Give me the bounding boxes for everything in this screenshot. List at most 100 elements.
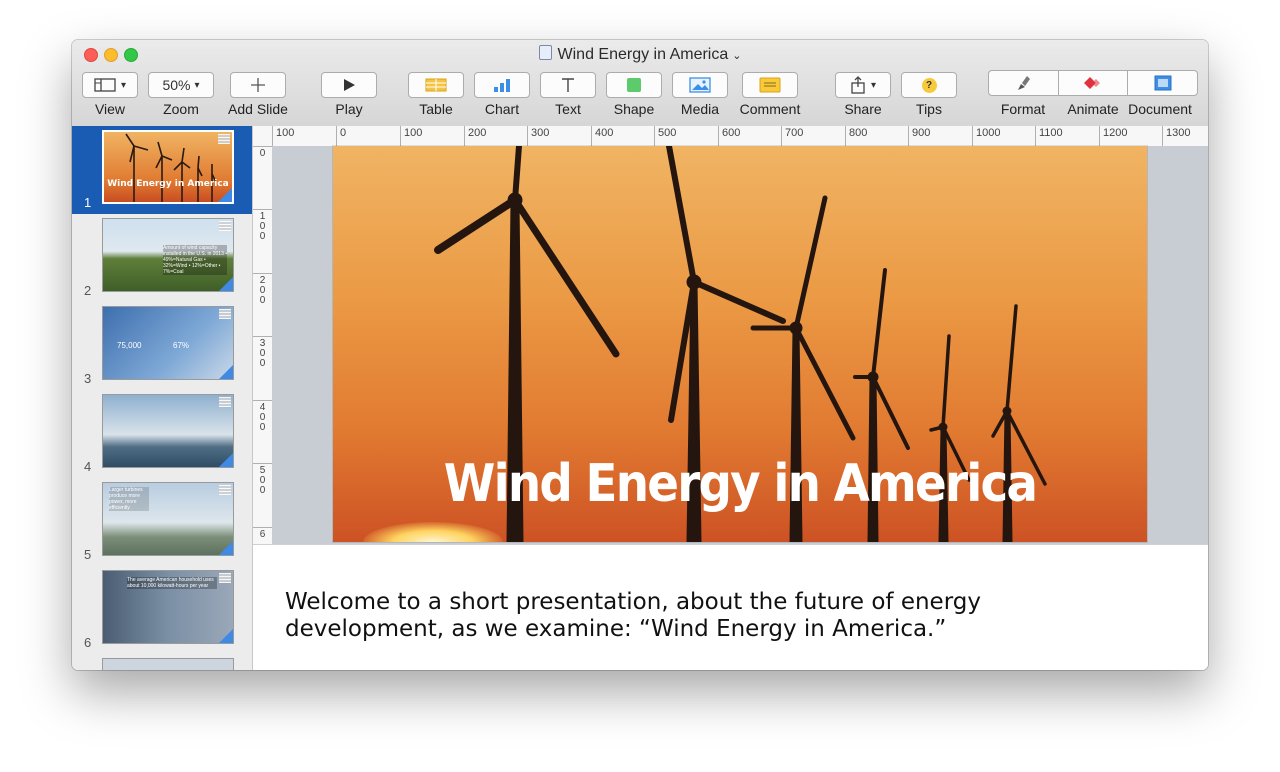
share-icon — [851, 76, 865, 94]
ruler-tick: 1100 — [1035, 126, 1099, 146]
play-button[interactable] — [321, 72, 377, 98]
chart-button[interactable] — [474, 72, 530, 98]
corner-triangle-icon — [219, 629, 233, 643]
slide-thumbnail-1[interactable]: Wind Energy in America 1 — [72, 126, 252, 214]
ruler-tick: 400 — [591, 126, 654, 146]
ruler-tick: 800 — [845, 126, 908, 146]
inspector-segmented-control — [988, 70, 1198, 96]
slide-canvas[interactable]: Wind Energy in America — [272, 146, 1208, 544]
shape-button[interactable] — [606, 72, 662, 98]
bar-chart-icon — [494, 79, 510, 92]
square-icon — [627, 78, 641, 92]
notes-indicator-icon — [218, 134, 230, 144]
animate-button[interactable] — [1059, 71, 1129, 95]
vertical-ruler[interactable]: 0 1 0 0 2 0 0 3 0 0 4 0 0 5 0 0 6 — [253, 146, 273, 544]
presenter-notes-pane[interactable]: Welcome to a short presentation, about t… — [253, 544, 1208, 670]
ruler-tick: 700 — [781, 126, 845, 146]
view-button[interactable]: ▾ — [82, 72, 138, 98]
ruler-tick: 1200 — [1099, 126, 1162, 146]
thumbnail-image: Amount of wind capacity installed in the… — [102, 218, 234, 292]
window-title-text: Wind Energy in America — [557, 46, 729, 63]
ruler-tick: 2 0 0 — [253, 273, 272, 306]
format-label: Format — [1000, 101, 1046, 117]
slide-thumbnail-7-partial[interactable] — [72, 654, 252, 670]
ruler-tick: 0 — [336, 126, 400, 146]
slide-number: 6 — [84, 635, 92, 650]
table-label: Table — [419, 101, 453, 117]
text-button[interactable] — [540, 72, 596, 98]
corner-triangle-icon — [219, 541, 233, 555]
slide-number: 3 — [84, 371, 92, 386]
notes-indicator-icon — [219, 221, 231, 231]
slide-navigator[interactable]: Wind Energy in America 1 Amount of wind … — [72, 126, 253, 670]
ruler-tick: 500 — [654, 126, 718, 146]
slide-thumbnail-5[interactable]: Larger turbines produce more power, more… — [72, 478, 252, 566]
ruler-tick: 0 — [253, 146, 272, 159]
photo-icon — [689, 77, 711, 93]
table-button[interactable] — [408, 72, 464, 98]
thumbnail-text: The average American household uses abou… — [127, 577, 217, 589]
thumbnail-caption: Wind Energy in America — [107, 179, 229, 189]
slide-title[interactable]: Wind Energy in America — [374, 454, 1107, 514]
share-button[interactable]: ▾ — [835, 72, 891, 98]
document-label: Document — [1128, 101, 1192, 117]
comment-icon — [759, 77, 781, 93]
zoom-label: Zoom — [163, 101, 199, 117]
slide-thumbnail-3[interactable]: 75,000 67% 3 — [72, 302, 252, 390]
corner-triangle-icon — [219, 365, 233, 379]
add-slide-label: Add Slide — [228, 101, 288, 117]
text-t-icon — [562, 78, 574, 92]
slide-number: 2 — [84, 283, 92, 298]
shape-label: Shape — [613, 101, 655, 117]
document-button[interactable] — [1128, 71, 1197, 95]
notes-indicator-icon — [219, 397, 231, 407]
thumbnail-image — [102, 394, 234, 468]
ruler-tick: 3 0 0 — [253, 336, 272, 369]
tips-button[interactable]: ? — [901, 72, 957, 98]
wind-turbine-silhouettes — [125, 133, 217, 202]
thumbnail-stat-1: 75,000 — [117, 341, 142, 350]
media-button[interactable] — [672, 72, 728, 98]
ruler-tick: 1300 — [1162, 126, 1208, 146]
media-label: Media — [680, 101, 720, 117]
ruler-tick: 600 — [718, 126, 781, 146]
ruler-tick: 100 — [272, 126, 336, 146]
ruler-tick: 200 — [464, 126, 527, 146]
plus-icon — [251, 78, 265, 92]
thumbnail-image: 75,000 67% — [102, 306, 234, 380]
corner-triangle-icon — [219, 277, 233, 291]
thumbnail-text: Larger turbines produce more power, more… — [109, 487, 149, 511]
current-slide[interactable]: Wind Energy in America — [333, 146, 1147, 542]
zoom-select[interactable]: 50% ▾ — [148, 72, 214, 98]
horizontal-ruler[interactable]: 100 0 100 200 300 400 500 600 700 800 90… — [253, 126, 1208, 147]
ruler-tick: 100 — [400, 126, 464, 146]
chevron-down-icon: ▾ — [194, 79, 200, 91]
play-icon — [344, 79, 355, 91]
corner-triangle-icon — [219, 453, 233, 467]
add-slide-button[interactable] — [230, 72, 286, 98]
notes-indicator-icon — [219, 573, 231, 583]
format-button[interactable] — [989, 71, 1059, 95]
tips-label: Tips — [916, 101, 942, 117]
document-icon — [1154, 75, 1172, 91]
notes-indicator-icon — [219, 309, 231, 319]
ruler-tick: 900 — [908, 126, 972, 146]
zoom-value: 50% — [162, 77, 191, 93]
slide-number: 1 — [84, 195, 92, 210]
ruler-tick: 1 0 0 — [253, 209, 272, 242]
view-label: View — [94, 101, 126, 117]
ruler-tick: 300 — [527, 126, 591, 146]
presenter-notes-text[interactable]: Welcome to a short presentation, about t… — [285, 589, 1145, 643]
window-title[interactable]: Wind Energy in America ⌄ — [72, 45, 1208, 64]
chevron-down-icon: ⌄ — [732, 50, 742, 62]
slide-thumbnail-4[interactable]: 4 — [72, 390, 252, 478]
notes-indicator-icon — [219, 485, 231, 495]
chevron-down-icon: ▾ — [120, 79, 127, 91]
slide-thumbnail-2[interactable]: Amount of wind capacity installed in the… — [72, 214, 252, 302]
diamond-icon — [1084, 77, 1100, 89]
comment-button[interactable] — [742, 72, 798, 98]
thumbnail-image: Larger turbines produce more power, more… — [102, 482, 234, 556]
slide-thumbnail-6[interactable]: The average American household uses abou… — [72, 566, 252, 654]
thumbnail-image: The average American household uses abou… — [102, 570, 234, 644]
sidebar-layout-icon — [94, 78, 116, 92]
